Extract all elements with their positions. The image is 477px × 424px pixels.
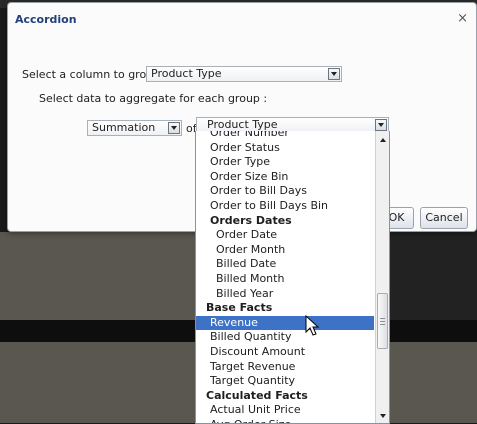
dropdown-group-header: Base Facts <box>206 301 273 315</box>
dropdown-option[interactable]: Billed Date <box>196 257 374 272</box>
scroll-up-icon[interactable] <box>376 133 389 147</box>
dropdown-items: Order Number Order Status Order Type Order … <box>196 131 374 423</box>
dropdown-option[interactable]: Order Size Bin <box>196 170 374 185</box>
dialog-title: Accordion <box>15 13 77 26</box>
cancel-button[interactable]: Cancel <box>420 207 468 229</box>
dropdown-option[interactable]: Order Type <box>196 155 374 170</box>
dropdown-option[interactable]: Target Quantity <box>196 374 374 389</box>
close-icon[interactable]: × <box>457 12 468 25</box>
dropdown-option[interactable]: Order to Bill Days <box>196 184 374 199</box>
dropdown-option[interactable]: Order Number <box>196 131 374 141</box>
dropdown-option[interactable]: Order Date <box>196 228 374 243</box>
dropdown-option[interactable]: Order Status <box>196 141 374 156</box>
aggregate-function-select[interactable]: Summation <box>87 120 182 136</box>
aggregate-label: Select data to aggregate for each group … <box>39 92 268 105</box>
dropdown-option[interactable]: Order Month <box>196 243 374 258</box>
dropdown-option[interactable]: Actual Unit Price <box>196 403 374 418</box>
chevron-down-icon[interactable] <box>375 119 387 131</box>
dropdown-scrollbar[interactable] <box>375 131 389 423</box>
aggregate-function-value: Summation <box>92 121 156 134</box>
chevron-down-icon[interactable] <box>328 68 340 80</box>
dropdown-option[interactable]: Billed Quantity <box>196 330 374 345</box>
dropdown-option[interactable]: Avg Order Size <box>196 418 374 423</box>
dropdown-option[interactable]: Revenue <box>196 315 374 331</box>
dropdown-option[interactable]: Billed Month <box>196 272 374 287</box>
aggregate-column-value: Product Type <box>207 118 278 131</box>
dropdown-option[interactable]: Order to Bill Days Bin <box>196 199 374 214</box>
scroll-down-icon[interactable] <box>376 409 389 423</box>
dropdown-option[interactable]: Target Revenue <box>196 360 374 375</box>
scrollbar-thumb[interactable] <box>377 293 388 349</box>
background-panel <box>390 232 477 320</box>
group-column-select[interactable]: Product Type <box>146 66 342 82</box>
dropdown-option[interactable]: Discount Amount <box>196 345 374 360</box>
dropdown-group-header: Calculated Facts <box>206 388 308 402</box>
dropdown-option[interactable]: Billed Year <box>196 287 374 302</box>
column-dropdown-list[interactable]: Order Number Order Status Order Type Order … <box>195 131 390 424</box>
group-column-value: Product Type <box>151 67 222 80</box>
dropdown-group-header: Orders Dates <box>210 213 292 227</box>
chevron-down-icon[interactable] <box>168 122 180 134</box>
